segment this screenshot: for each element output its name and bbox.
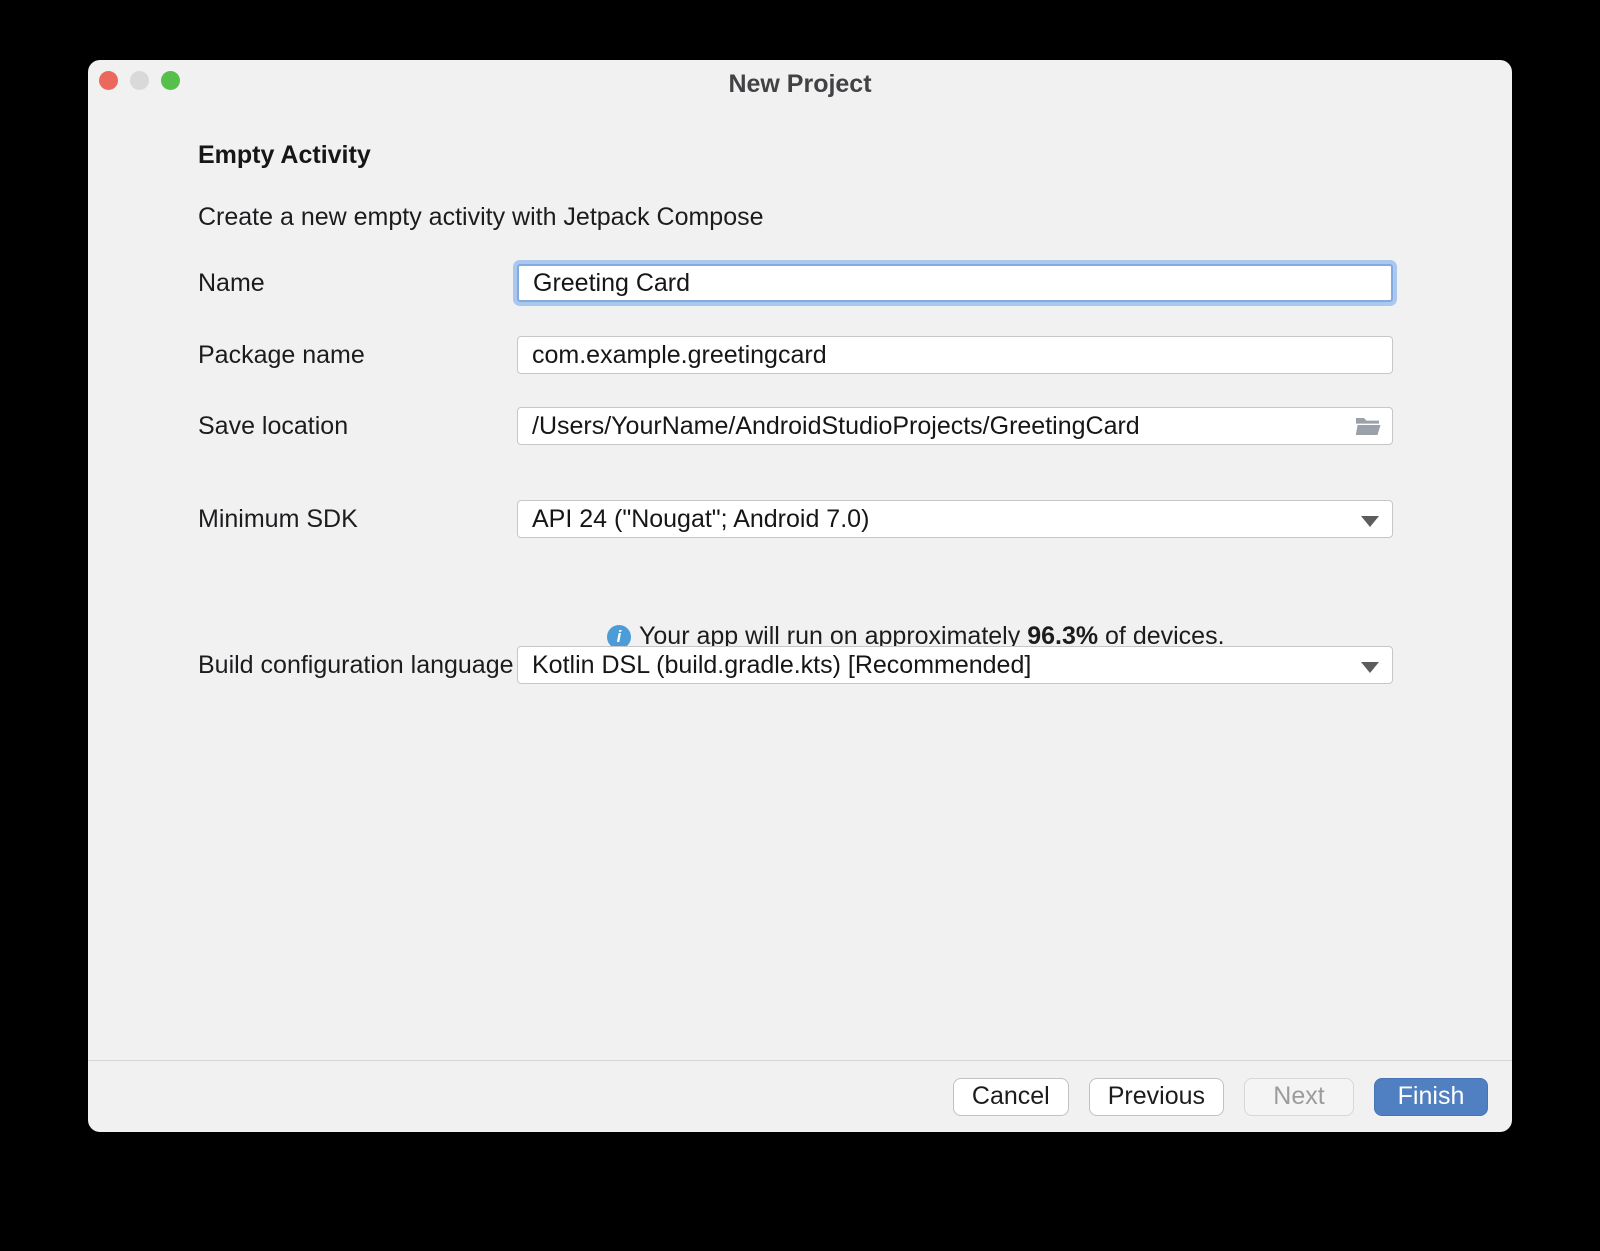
finish-button[interactable]: Finish [1374, 1078, 1488, 1116]
chevron-down-icon [1361, 516, 1379, 527]
minimum-sdk-row: Minimum SDK API 24 ("Nougat"; Android 7.… [198, 500, 1393, 538]
next-button[interactable]: Next [1244, 1078, 1354, 1116]
build-config-dropdown[interactable]: Kotlin DSL (build.gradle.kts) [Recommend… [517, 646, 1393, 684]
save-location-input[interactable] [517, 407, 1393, 445]
info-icon: i [607, 625, 631, 649]
page-subtitle: Create a new empty activity with Jetpack… [198, 203, 764, 232]
package-name-input[interactable] [517, 336, 1393, 374]
name-input[interactable] [517, 264, 1393, 302]
package-name-row: Package name [198, 336, 1393, 374]
dialog-content: Empty Activity Create a new empty activi… [88, 60, 1512, 1132]
minimum-sdk-label: Minimum SDK [198, 500, 358, 538]
minimum-sdk-dropdown[interactable]: API 24 ("Nougat"; Android 7.0) [517, 500, 1393, 538]
previous-button[interactable]: Previous [1089, 1078, 1224, 1116]
minimum-sdk-value: API 24 ("Nougat"; Android 7.0) [532, 505, 869, 534]
cancel-button[interactable]: Cancel [953, 1078, 1069, 1116]
build-config-row: Build configuration language ? Kotlin DS… [198, 646, 1393, 684]
package-name-field-wrap [517, 336, 1393, 374]
build-config-value: Kotlin DSL (build.gradle.kts) [Recommend… [532, 651, 1031, 680]
new-project-dialog: New Project Empty Activity Create a new … [88, 60, 1512, 1132]
chevron-down-icon [1361, 662, 1379, 673]
dialog-footer: Cancel Previous Next Finish [88, 1060, 1512, 1132]
name-row: Name [198, 264, 1393, 302]
name-label: Name [198, 264, 265, 302]
save-location-label: Save location [198, 407, 348, 445]
build-config-field-wrap: Kotlin DSL (build.gradle.kts) [Recommend… [517, 646, 1393, 684]
build-config-label-text: Build configuration language [198, 651, 514, 680]
page-title: Empty Activity [198, 141, 371, 170]
name-field-wrap [517, 264, 1393, 302]
package-name-label: Package name [198, 336, 365, 374]
build-config-label: Build configuration language ? [198, 646, 552, 684]
minimum-sdk-field-wrap: API 24 ("Nougat"; Android 7.0) [517, 500, 1393, 538]
folder-icon[interactable] [1355, 416, 1381, 436]
save-location-field-wrap [517, 407, 1393, 445]
save-location-row: Save location [198, 407, 1393, 445]
